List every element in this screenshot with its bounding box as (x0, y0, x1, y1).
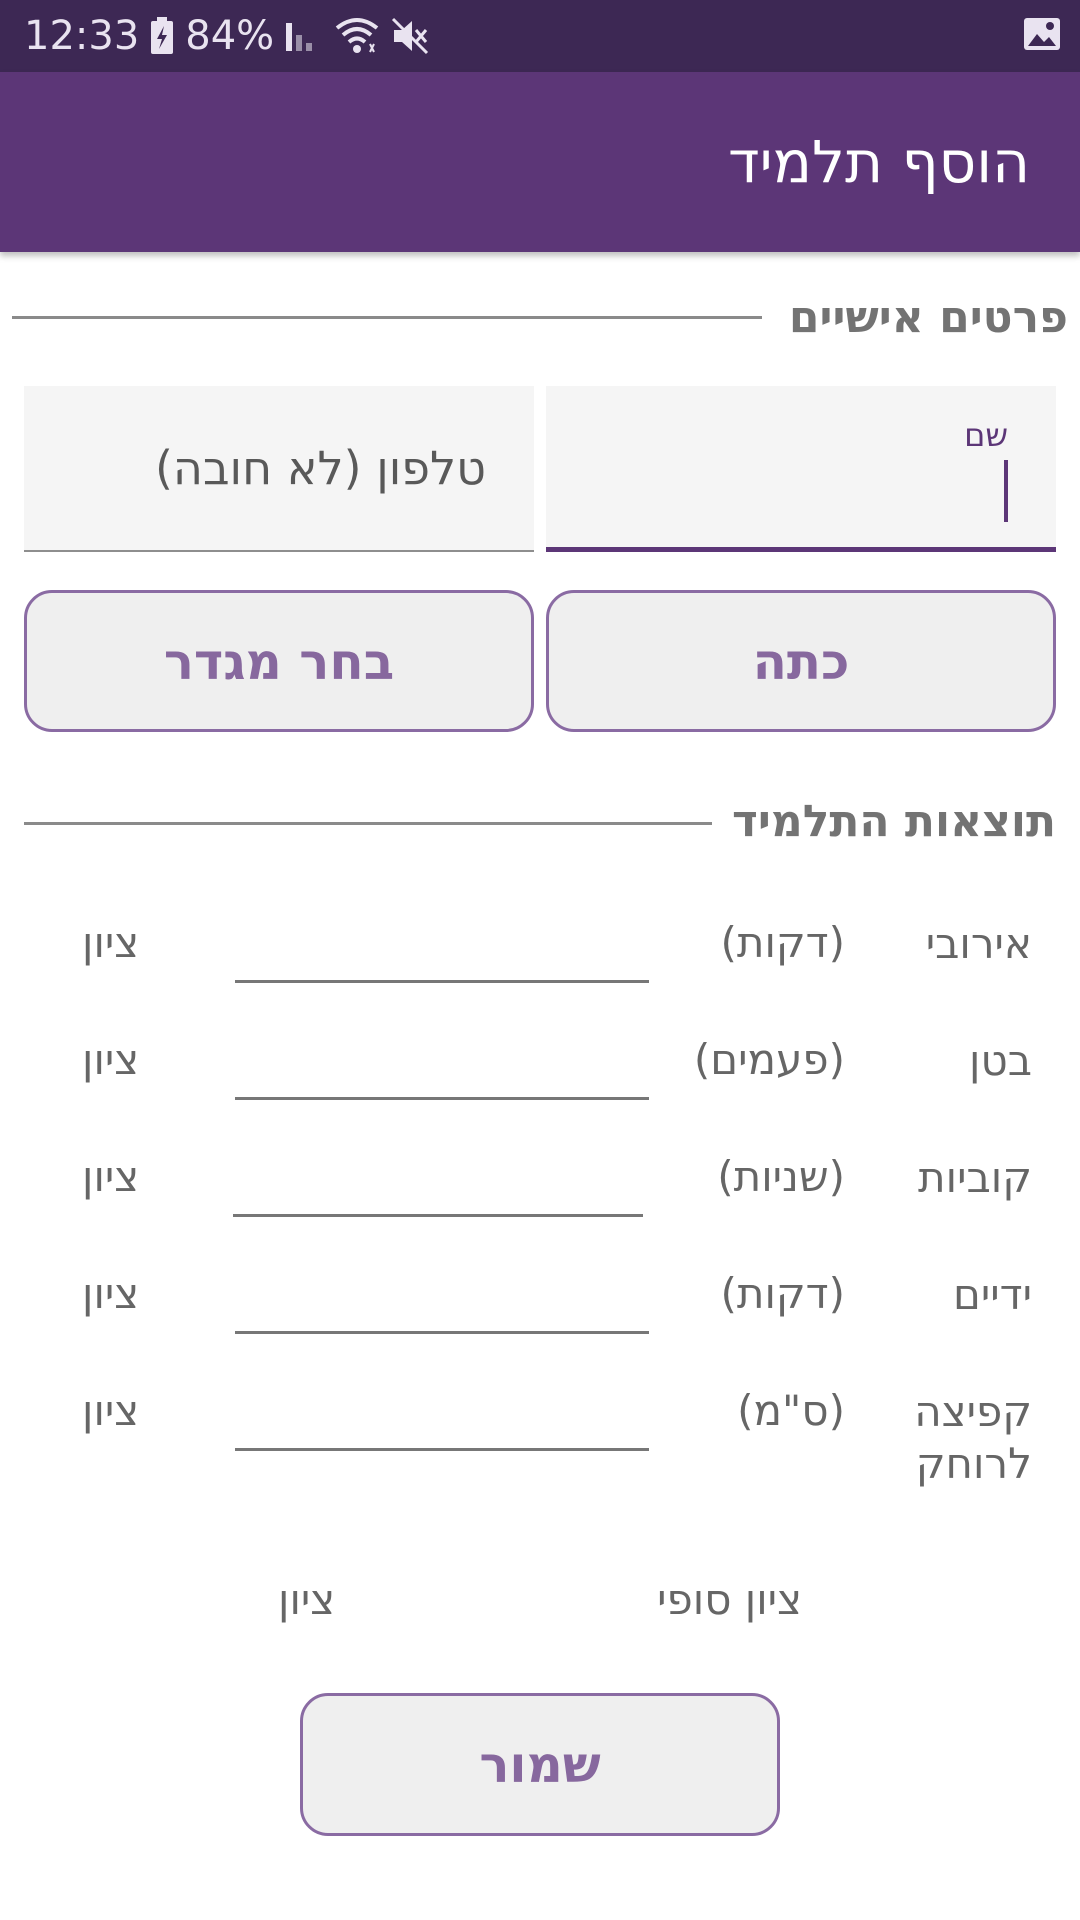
text-cursor (1004, 460, 1008, 522)
gender-button[interactable]: בחר מגדר (24, 590, 534, 732)
result-grade: ציון (82, 1269, 140, 1318)
name-field[interactable]: שם (546, 386, 1056, 552)
signal-icon (284, 19, 324, 53)
result-input[interactable] (235, 1331, 649, 1334)
section-divider (24, 822, 712, 825)
result-label: בטן (969, 1036, 1032, 1085)
result-grade: ציון (82, 1386, 140, 1435)
status-bar: 12:33 84% (0, 0, 1080, 72)
app-bar: הוסף תלמיד (0, 72, 1080, 252)
result-label: ידיים (953, 1270, 1032, 1319)
battery-charging-icon (149, 16, 175, 56)
phone-field[interactable]: טלפון (לא חובה) (24, 386, 534, 552)
result-unit: (פעמים) (693, 1035, 845, 1084)
result-input[interactable] (235, 1097, 649, 1100)
result-grade: ציון (82, 1035, 140, 1084)
section-title-personal: פרטים אישיים (788, 292, 1068, 343)
result-input[interactable] (235, 1448, 649, 1451)
result-grade: ציון (82, 918, 140, 967)
result-unit: (דקות) (720, 918, 845, 967)
result-label: קוביות (918, 1153, 1032, 1202)
class-button[interactable]: כתה (546, 590, 1056, 732)
result-label: קפיצה לרוחק (914, 1387, 1032, 1488)
mute-icon (390, 16, 430, 56)
save-button[interactable]: שמור (300, 1693, 780, 1836)
result-input[interactable] (235, 980, 649, 983)
section-title-results: תוצאות התלמיד (732, 796, 1056, 847)
page-title: הוסף תלמיד (728, 128, 1030, 196)
result-grade: ציון (82, 1152, 140, 1201)
final-grade-label: ציון סופי (657, 1575, 802, 1624)
result-unit: (שניות) (717, 1152, 845, 1201)
phone-placeholder: טלפון (לא חובה) (154, 441, 486, 495)
section-divider (12, 316, 762, 319)
name-label: שם (964, 416, 1008, 454)
image-icon (1022, 14, 1062, 58)
wifi-icon (334, 16, 380, 56)
result-label: אירובי (925, 919, 1032, 968)
final-grade-value: ציון (278, 1575, 336, 1624)
battery-percent: 84% (185, 13, 275, 59)
status-time: 12:33 (24, 13, 140, 59)
result-unit: (דקות) (720, 1269, 845, 1318)
result-input[interactable] (233, 1214, 643, 1217)
result-unit: (ס"מ) (737, 1386, 845, 1435)
